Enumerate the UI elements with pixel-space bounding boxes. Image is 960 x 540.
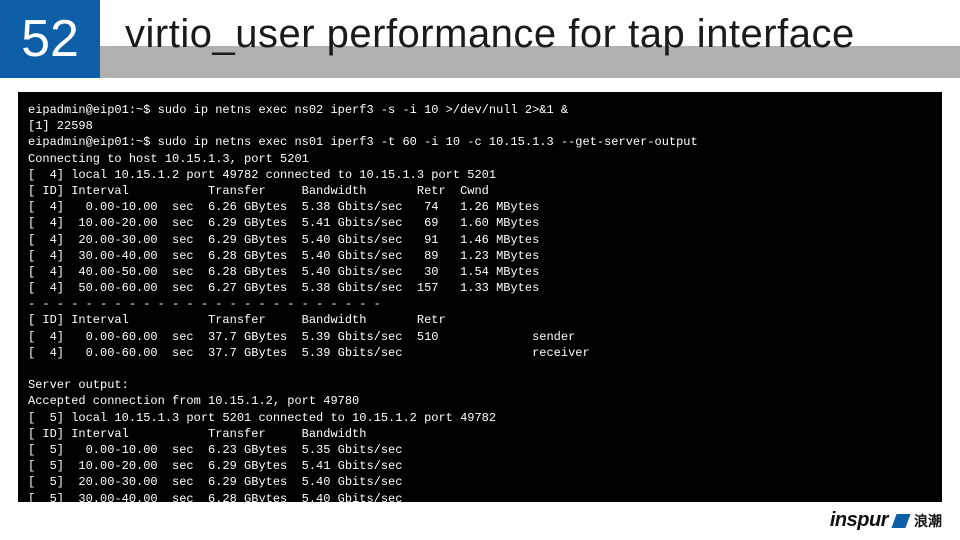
brand-logo: inspur 浪潮: [830, 509, 942, 532]
logo-text: inspur: [830, 509, 888, 532]
slide: 52 virtio_user performance for tap inter…: [0, 0, 960, 540]
logo-mark-icon: [891, 514, 910, 528]
terminal-output: eipadmin@eip01:~$ sudo ip netns exec ns0…: [18, 92, 942, 502]
logo-cn: 浪潮: [914, 511, 942, 531]
slide-number: 52: [21, 9, 79, 69]
slide-number-box: 52: [0, 0, 100, 78]
slide-title: virtio_user performance for tap interfac…: [125, 12, 855, 57]
slide-header: 52 virtio_user performance for tap inter…: [0, 0, 960, 78]
